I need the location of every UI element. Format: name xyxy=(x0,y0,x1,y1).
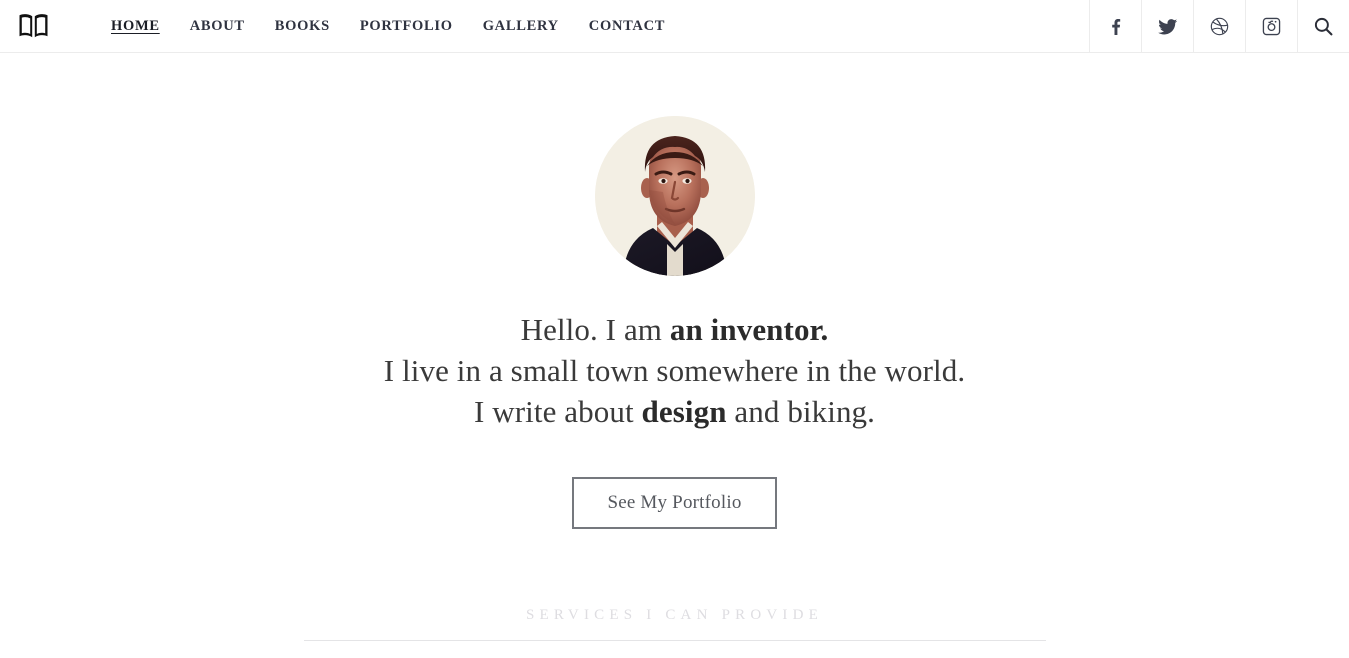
nav-item-portfolio[interactable]: PORTFOLIO xyxy=(345,0,468,53)
instagram-icon xyxy=(1262,17,1281,36)
logo-link[interactable] xyxy=(0,0,66,52)
hero-line-1-prefix: Hello. I am xyxy=(520,312,670,347)
hero-line-3-emphasis: design xyxy=(641,394,727,429)
nav-item-contact[interactable]: CONTACT xyxy=(574,0,680,53)
hero-line-1-emphasis: an inventor. xyxy=(669,312,829,347)
hero-headline: Hello. I am an inventor. I live in a sma… xyxy=(0,309,1349,432)
services-divider xyxy=(303,640,1046,641)
cta-container: See My Portfolio xyxy=(0,477,1349,529)
site-header: HOME ABOUT BOOKS PORTFOLIO GALLERY CONTA… xyxy=(0,0,1349,53)
main-navigation: HOME ABOUT BOOKS PORTFOLIO GALLERY CONTA… xyxy=(66,0,1089,52)
nav-item-books[interactable]: BOOKS xyxy=(260,0,345,53)
hero-line-1: Hello. I am an inventor. xyxy=(0,309,1349,350)
search-button[interactable] xyxy=(1297,0,1349,53)
social-link-instagram[interactable] xyxy=(1245,0,1297,53)
hero-section: Hello. I am an inventor. I live in a sma… xyxy=(0,53,1349,529)
nav-item-about[interactable]: ABOUT xyxy=(175,0,260,53)
see-my-portfolio-button[interactable]: See My Portfolio xyxy=(572,477,777,529)
facebook-icon xyxy=(1107,18,1125,36)
avatar xyxy=(594,116,755,276)
hero-line-3-prefix: I write about xyxy=(473,394,642,429)
hero-line-3: I write about design and biking. xyxy=(0,391,1349,432)
search-icon xyxy=(1313,16,1334,37)
social-link-twitter[interactable] xyxy=(1141,0,1193,53)
hero-line-3-suffix: and biking. xyxy=(726,394,875,429)
dribbble-icon xyxy=(1210,17,1229,36)
social-links-bar xyxy=(1089,0,1349,53)
social-link-facebook[interactable] xyxy=(1089,0,1141,53)
twitter-icon xyxy=(1157,18,1178,36)
hero-line-2: I live in a small town somewhere in the … xyxy=(383,353,966,388)
social-link-dribbble[interactable] xyxy=(1193,0,1245,53)
services-heading: SERVICES I CAN PROVIDE xyxy=(526,607,823,623)
services-section: SERVICES I CAN PROVIDE xyxy=(0,607,1349,641)
nav-item-gallery[interactable]: GALLERY xyxy=(468,0,574,53)
nav-item-home[interactable]: HOME xyxy=(96,0,175,53)
open-book-icon xyxy=(18,13,49,39)
